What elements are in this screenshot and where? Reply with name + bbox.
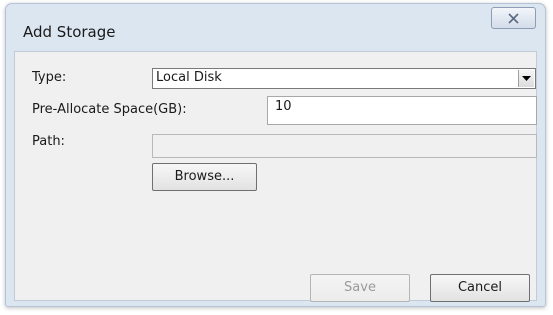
close-button[interactable]	[491, 7, 536, 29]
browse-button[interactable]: Browse...	[152, 163, 257, 191]
chevron-down-icon	[522, 76, 531, 81]
type-select-value: Local Disk	[156, 70, 222, 85]
save-button[interactable]: Save	[310, 274, 410, 302]
title-bar[interactable]: Add Storage	[6, 4, 545, 46]
cancel-button[interactable]: Cancel	[430, 274, 530, 302]
type-select[interactable]: Local Disk	[152, 68, 536, 89]
dialog-content: Type: Local Disk Pre-Allocate Space(GB):…	[14, 51, 537, 302]
dialog-window: Add Storage Type: Local Disk Pre-Allocat…	[5, 3, 546, 307]
preallocate-label: Pre-Allocate Space(GB):	[32, 102, 187, 117]
preallocate-input-value: 10	[275, 99, 292, 114]
dialog-title: Add Storage	[23, 23, 116, 41]
type-label: Type:	[32, 70, 67, 85]
close-x-icon	[508, 13, 519, 24]
dropdown-arrow-button[interactable]	[518, 70, 534, 87]
path-input[interactable]	[152, 134, 537, 158]
path-label: Path:	[32, 134, 65, 149]
preallocate-input[interactable]: 10	[267, 96, 537, 125]
